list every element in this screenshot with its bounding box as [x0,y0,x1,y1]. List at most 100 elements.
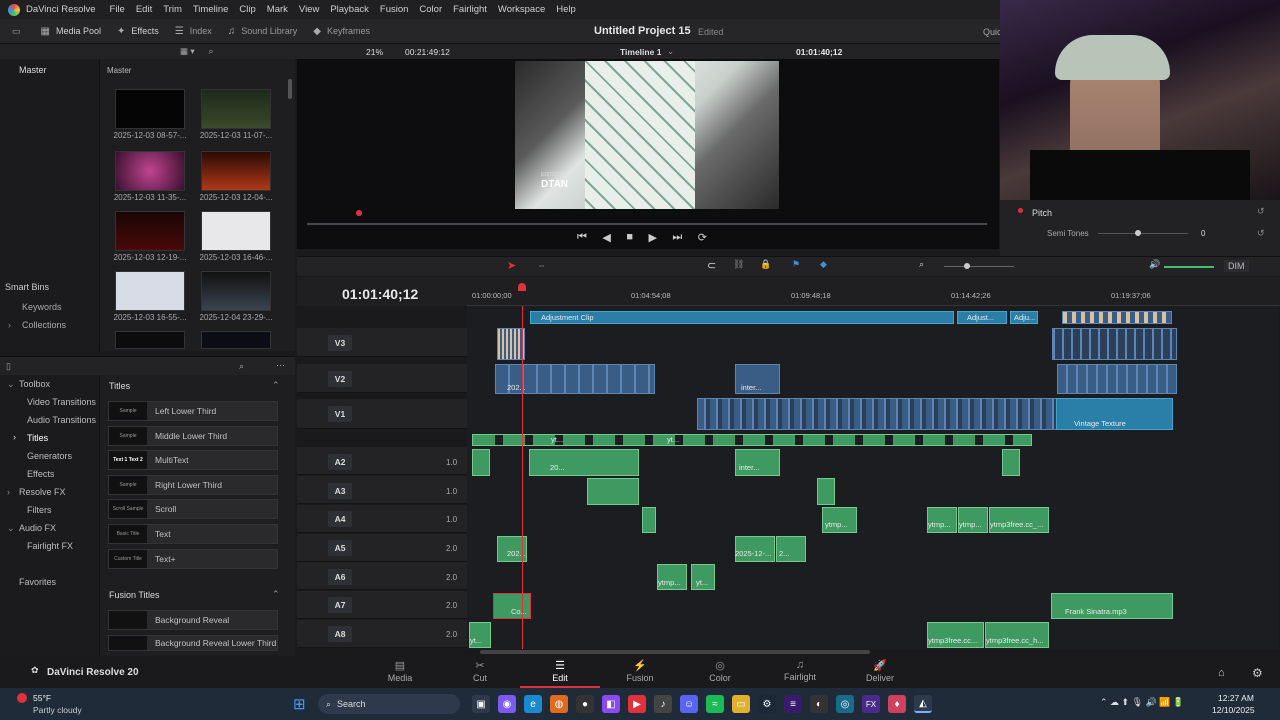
viewer-frame[interactable]: EDITED BY DTAN [515,61,779,209]
snapping-icon[interactable]: ⊂ [707,259,716,272]
tray-icons[interactable]: ⌃ ☁ ⬆ 🎙 🔊 📶 🔋 [1100,697,1184,708]
fusion-title-background-reveal[interactable]: Background Reveal [108,610,278,630]
quick-export-label[interactable]: Quick Expo [983,27,1000,37]
collections-expand-icon[interactable]: › [8,320,11,330]
zoom-level[interactable]: 21% [366,47,383,57]
menu-view[interactable]: View [299,4,319,15]
volume-slider[interactable] [1164,266,1214,268]
steam-icon[interactable]: ⚙ [758,695,776,713]
keywords-bin[interactable]: Keywords [22,302,62,312]
panel-toggle-icon[interactable]: ▯ [6,361,11,372]
menu-file[interactable]: File [110,4,125,15]
track-label-a3[interactable]: A3 [328,483,352,499]
title-scroll[interactable]: Scroll Sample Scroll [108,499,278,519]
v3-clip-b[interactable] [1062,311,1172,324]
title-text-plus[interactable]: Custom Title Text+ [108,549,278,569]
fairlight-fx-item[interactable]: Fairlight FX [27,541,73,551]
a4-level[interactable]: 1.0 [446,515,457,524]
clip-thumb-1[interactable] [115,89,185,129]
title-multitext[interactable]: Text 1 Text 2 MultiText [108,450,278,470]
marker-icon[interactable]: ◆ [820,259,827,270]
a7-level[interactable]: 2.0 [446,601,457,610]
video-transitions-item[interactable]: Video Transitions [27,397,96,407]
clip-thumb-10[interactable] [201,331,271,349]
music-icon[interactable]: ♪ [654,695,672,713]
v2-clip-3[interactable] [1057,364,1177,394]
go-to-end-icon[interactable]: ⏭ [672,231,682,244]
toolbox-category-label[interactable]: Toolbox [19,379,50,389]
menu-clip[interactable]: Clip [239,4,255,15]
menu-color[interactable]: Color [419,4,442,15]
clip-thumb-2[interactable] [201,89,271,129]
menu-fusion[interactable]: Fusion [380,4,409,15]
title-text[interactable]: Basic Title Text [108,524,278,544]
home-icon[interactable]: ⌂ [1218,667,1225,679]
weather-desc[interactable]: Partly cloudy [33,705,82,715]
page-media[interactable]: ▤ Media [360,656,440,688]
premiere-icon[interactable]: ≡ [784,695,802,713]
title-middle-lower-third[interactable]: Sample Middle Lower Third [108,426,278,446]
twitch-icon[interactable]: ◧ [602,695,620,713]
page-fairlight[interactable]: ♫ Fairlight [760,656,840,688]
loop-icon[interactable]: ⟳ [698,231,707,244]
davinci-taskbar-icon[interactable]: ◭ [914,695,932,713]
layout-icon[interactable]: ▭ [12,26,21,37]
a2-level[interactable]: 1.0 [446,458,457,467]
master-bin[interactable]: Master [19,65,47,75]
generators-item[interactable]: Generators [27,451,72,461]
track-label-v1[interactable]: V1 [328,406,352,422]
selection-tool-icon[interactable]: ➤ [507,259,516,272]
trim-tool-icon[interactable]: ⇔ [537,260,546,270]
timeline-name[interactable]: Timeline 1 [620,47,661,57]
clip-thumb-7[interactable] [115,271,185,311]
index-button[interactable]: ☰ Index [175,26,212,37]
effects-item[interactable]: Effects [27,469,54,479]
resolve-fx-category[interactable]: Resolve FX [19,487,66,497]
search-icon[interactable]: ⌕ [209,46,214,57]
taskbar-search[interactable]: ⌕ Search [318,694,460,714]
title-left-lower-third[interactable]: Sample Left Lower Third [108,401,278,421]
semi-tones-slider[interactable] [1098,233,1188,234]
settings-icon[interactable]: ⚙ [1252,666,1263,680]
reset-icon-2[interactable]: ↺ [1257,228,1265,239]
weather-temp[interactable]: 55°F [33,693,51,703]
a3-level[interactable]: 1.0 [446,487,457,496]
effects-more-icon[interactable]: ⋯ [276,360,285,371]
windows-start-icon[interactable]: ⊞ [293,695,306,713]
clip-thumb-6[interactable] [201,211,271,251]
clip-thumb-9[interactable] [115,331,185,349]
task-view-icon[interactable]: ▣ [472,695,490,713]
audio-fx-category[interactable]: Audio FX [19,523,56,533]
timeline-h-scrollbar[interactable] [480,650,870,654]
clip-thumb-3[interactable] [115,151,185,191]
scrubber-playhead[interactable] [356,210,362,216]
menu-workspace[interactable]: Workspace [498,4,545,15]
menu-fairlight[interactable]: Fairlight [453,4,487,15]
menu-mark[interactable]: Mark [267,4,288,15]
resolve-fx-expand-icon[interactable]: › [7,487,10,497]
go-to-start-icon[interactable]: ⏮ [577,231,587,244]
a2-clip-4[interactable] [1002,449,1020,476]
page-fusion[interactable]: ⚡ Fusion [600,656,680,688]
timeline-tracks[interactable]: Adjustment Clip Adjust... Adju... 202...… [467,306,1279,649]
view-options-icon[interactable]: ▦ ▾ [180,46,195,57]
a4-clip-1[interactable] [642,507,656,533]
clip-thumb-4[interactable] [201,151,271,191]
semi-tones-value[interactable]: 0 [1201,229,1205,238]
media-pool-scrollbar[interactable] [288,79,292,99]
keyframes-button[interactable]: ◆ Keyframes [313,26,370,37]
app-icon-1[interactable]: ◐ [810,695,828,713]
a5-level[interactable]: 2.0 [446,544,457,553]
explorer-icon[interactable]: ▭ [732,695,750,713]
a6-level[interactable]: 2.0 [446,573,457,582]
v3-clip-c[interactable] [1052,328,1177,360]
flag-icon[interactable]: ⚑ [792,259,800,270]
timeline-ruler[interactable]: 01:00:00;00 01:04:54;08 01:09:48;18 01:1… [467,277,1280,306]
v3-clip-a[interactable] [497,328,525,360]
sound-library-button[interactable]: ♫ Sound Library [228,26,298,37]
titles-item[interactable]: Titles [27,433,48,443]
app-icon-2[interactable]: ◎ [836,695,854,713]
fusion-titles-collapse-icon[interactable]: ⌃ [272,589,280,600]
reset-icon[interactable]: ↺ [1257,206,1265,217]
a2-clip-1[interactable] [472,449,490,476]
